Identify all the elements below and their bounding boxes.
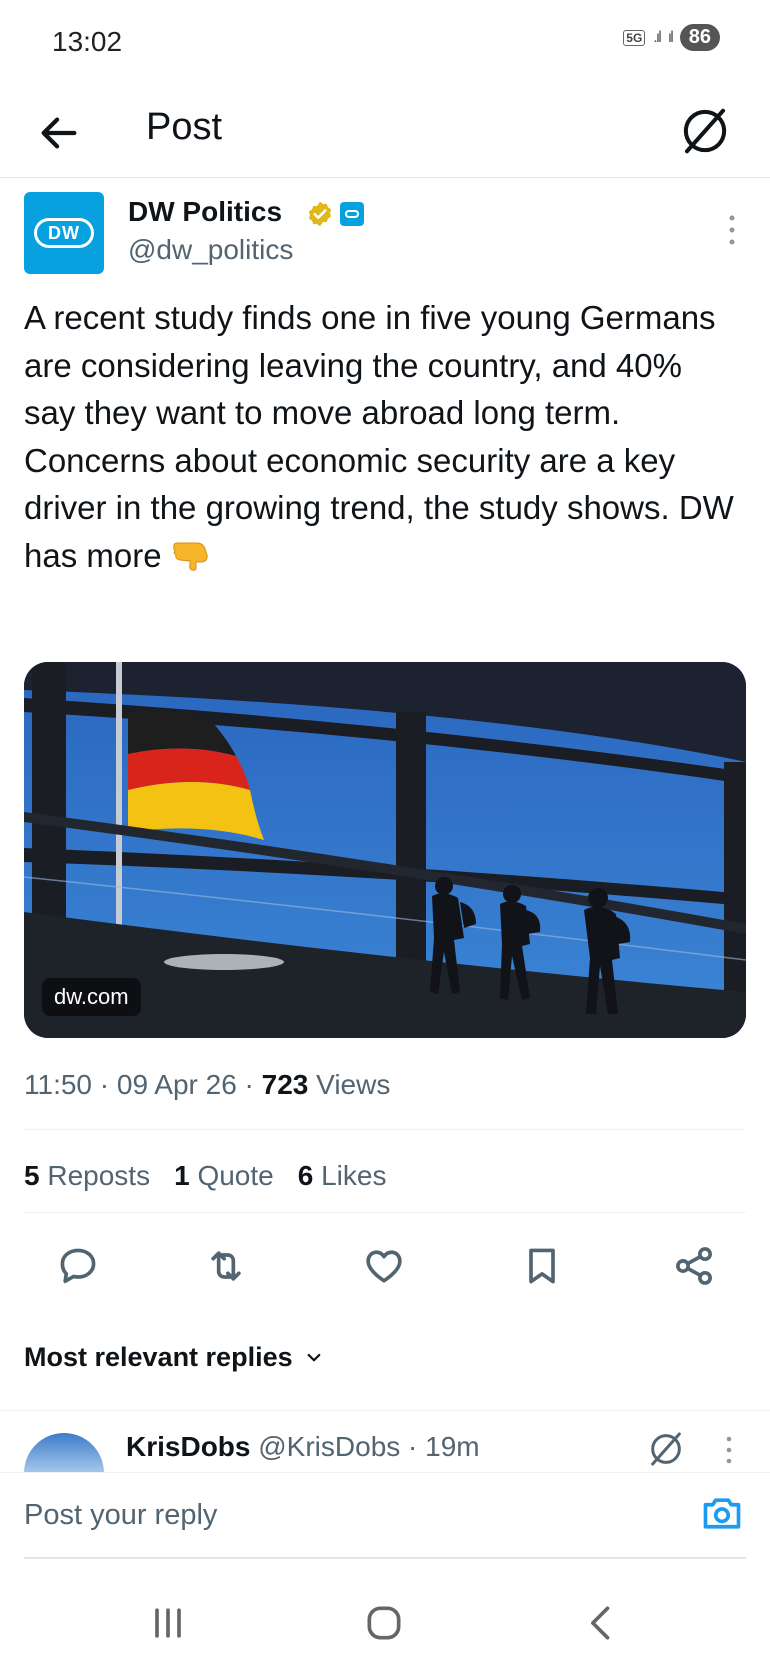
dw-logo: DW bbox=[34, 218, 94, 248]
chevron-down-icon bbox=[307, 1353, 320, 1361]
reply-item[interactable]: KrisDobs @KrisDobs · 19m bbox=[0, 1410, 770, 1473]
reply-time: 19m bbox=[425, 1431, 480, 1462]
likes-stat[interactable]: 6 Likes bbox=[298, 1160, 387, 1192]
reposts-count: 5 bbox=[24, 1160, 40, 1191]
share-icon[interactable] bbox=[672, 1244, 716, 1288]
quotes-count: 1 bbox=[174, 1160, 190, 1191]
reposts-stat[interactable]: 5 Reposts bbox=[24, 1160, 150, 1192]
author-handle[interactable]: @dw_politics bbox=[128, 234, 293, 266]
post-header: Post bbox=[0, 88, 770, 178]
author-name[interactable]: DW Politics bbox=[128, 196, 282, 228]
engagement-stats: 5 Reposts 1 Quote 6 Likes bbox=[24, 1160, 386, 1192]
avatar[interactable]: DW bbox=[24, 192, 104, 274]
reply-author-name[interactable]: KrisDobs bbox=[126, 1431, 250, 1462]
reply-icon[interactable] bbox=[56, 1244, 100, 1288]
post-time: 11:50 bbox=[24, 1069, 92, 1100]
page-title: Post bbox=[146, 106, 223, 148]
signal-icon: .ıl bbox=[653, 28, 662, 46]
affiliate-badge-icon bbox=[340, 202, 364, 226]
home-icon[interactable] bbox=[362, 1601, 406, 1645]
back-icon[interactable] bbox=[580, 1601, 624, 1645]
pointing-down-emoji-icon bbox=[172, 542, 208, 571]
post-body: A recent study finds one in five young G… bbox=[24, 299, 734, 574]
action-bar bbox=[24, 1236, 746, 1296]
post-timestamp-line: 11:50 · 09 Apr 26 · 723 Views bbox=[24, 1069, 391, 1100]
views-count[interactable]: 723 bbox=[262, 1069, 309, 1100]
network-badge: 5G bbox=[623, 29, 646, 46]
more-options-icon[interactable] bbox=[722, 210, 742, 250]
signal-icon-2: ıl bbox=[667, 28, 674, 46]
like-icon[interactable] bbox=[362, 1244, 406, 1288]
recent-apps-icon[interactable] bbox=[146, 1601, 190, 1645]
likes-label: Likes bbox=[321, 1160, 387, 1191]
composer-underline bbox=[24, 1557, 746, 1559]
status-icons: 5G .ıl ıl 86 bbox=[623, 24, 720, 51]
grok-icon[interactable] bbox=[678, 104, 732, 158]
system-nav-bar bbox=[0, 1575, 770, 1671]
reply-input[interactable] bbox=[24, 1491, 624, 1539]
likes-count: 6 bbox=[297, 1160, 314, 1191]
post-media-image[interactable]: dw.com bbox=[24, 662, 746, 1038]
reposts-label: Reposts bbox=[47, 1160, 151, 1191]
more-options-icon[interactable] bbox=[722, 1433, 736, 1467]
divider bbox=[24, 1212, 746, 1213]
arrow-left-icon[interactable] bbox=[36, 110, 82, 156]
post-date: 09 Apr 26 bbox=[116, 1069, 237, 1100]
divider bbox=[24, 1129, 746, 1130]
status-bar: 13:02 5G .ıl ıl 86 bbox=[0, 0, 770, 88]
camera-icon[interactable] bbox=[700, 1491, 744, 1535]
quotes-stat[interactable]: 1 Quote bbox=[174, 1160, 274, 1192]
post-text: A recent study finds one in five young G… bbox=[24, 294, 734, 579]
reply-composer bbox=[0, 1472, 770, 1560]
views-label[interactable]: Views bbox=[316, 1069, 390, 1100]
replies-sort-dropdown[interactable]: Most relevant replies bbox=[24, 1342, 323, 1373]
repost-icon[interactable] bbox=[204, 1244, 248, 1288]
media-source-label: dw.com bbox=[42, 978, 141, 1016]
quotes-label: Quote bbox=[197, 1160, 274, 1191]
post-author-row: DW DW Politics @dw_politics bbox=[24, 192, 744, 276]
battery-badge: 86 bbox=[679, 24, 720, 51]
status-time: 13:02 bbox=[52, 26, 123, 57]
grok-icon[interactable] bbox=[646, 1429, 686, 1469]
verified-badge-icon bbox=[308, 201, 332, 227]
bookmark-icon[interactable] bbox=[520, 1244, 564, 1288]
reply-author-handle[interactable]: @KrisDobs bbox=[258, 1431, 400, 1462]
replies-sort-label: Most relevant replies bbox=[24, 1342, 293, 1372]
reply-author-line: KrisDobs @KrisDobs · 19m bbox=[126, 1431, 480, 1462]
reply-avatar[interactable] bbox=[24, 1433, 104, 1473]
